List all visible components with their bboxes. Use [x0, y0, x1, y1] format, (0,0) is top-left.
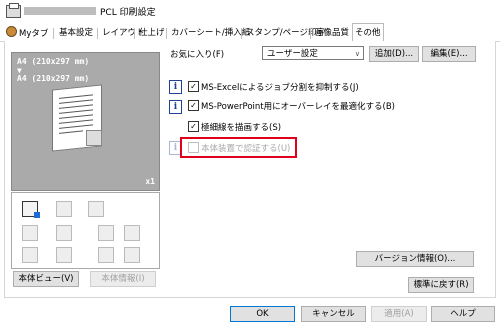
checkbox-thin-lines[interactable]: ✓	[188, 121, 199, 132]
user-device-icon	[56, 247, 72, 263]
restore-default-button[interactable]: 標準に戻す(R)	[408, 277, 474, 293]
info-icon[interactable]: i	[169, 80, 182, 94]
tab-image-quality[interactable]: 画像品質	[313, 26, 351, 40]
original-size-text: A4 (210x297 mm)	[17, 57, 90, 66]
option-excel-split-label: MS-Excelによるジョブ分割を抑制する(J)	[201, 83, 359, 93]
tab-my-tab[interactable]: Myタブ	[4, 26, 50, 40]
copies-text: x1	[145, 177, 155, 186]
chevron-down-icon: ∨	[354, 50, 360, 58]
booklet-icon	[124, 225, 140, 241]
apply-button[interactable]: 適用(A)	[371, 306, 427, 322]
device-view-button[interactable]: 本体ビュー(V)	[13, 271, 79, 287]
checkbox-excel-split[interactable]: ✓	[188, 81, 199, 92]
window-title: PCL 印刷設定	[100, 8, 156, 18]
version-info-button[interactable]: バージョン情報(O)...	[356, 251, 474, 267]
favorites-value: ユーザー設定	[267, 49, 318, 59]
tab-basic[interactable]: 基本設定	[57, 26, 95, 40]
help-button[interactable]: ヘルプ	[431, 306, 495, 322]
tray-icon	[56, 201, 72, 217]
printer-device-icon	[22, 201, 40, 218]
option-thin-lines-label: 極細線を描画する(S)	[201, 123, 282, 133]
cancel-button[interactable]: キャンセル	[301, 306, 366, 322]
favorites-select[interactable]: ユーザー設定 ∨	[262, 46, 364, 60]
box-icon	[124, 247, 140, 263]
device-icon-panel	[11, 192, 160, 269]
favorites-label: お気に入り(F)	[170, 50, 225, 60]
output-tray-icon	[22, 225, 38, 241]
info-icon[interactable]: i	[169, 100, 182, 114]
printer-icon	[6, 3, 21, 18]
title-bar: PCL 印刷設定	[0, 0, 500, 22]
option-powerpoint-overlay-label: MS-PowerPoint用にオーバーレイを最適化する(B)	[201, 102, 395, 112]
ok-button[interactable]: OK	[230, 306, 295, 322]
output-size-text: A4 (210x297 mm)	[17, 74, 90, 83]
tab-finishing[interactable]: 仕上げ	[137, 26, 167, 40]
edit-favorite-button[interactable]: 編集(E)...	[422, 46, 476, 62]
user-icon	[6, 26, 17, 37]
duplex-icon	[56, 225, 72, 241]
book-icon	[98, 247, 114, 263]
checkbox-device-auth[interactable]	[188, 142, 199, 153]
device-info-button[interactable]: 本体情報(I)	[90, 271, 156, 287]
punch-icon	[22, 247, 38, 263]
checkbox-powerpoint-overlay[interactable]: ✓	[188, 100, 199, 111]
printer-name-redacted	[24, 7, 96, 15]
paper-stack-icon	[88, 201, 104, 217]
add-favorite-button[interactable]: 追加(D)...	[369, 46, 419, 62]
staple-icon	[98, 225, 114, 241]
tab-bar: Myタブ 基本設定 レイアウト 仕上げ カバーシート/挿入紙 スタンプ/ページ印…	[0, 23, 500, 42]
tab-other[interactable]: その他	[352, 23, 384, 42]
option-device-auth-label: 本体装置で認証する(U)	[201, 144, 291, 154]
tab-cover-sheet[interactable]: カバーシート/挿入紙	[169, 26, 252, 40]
page-fold-icon	[86, 130, 102, 146]
